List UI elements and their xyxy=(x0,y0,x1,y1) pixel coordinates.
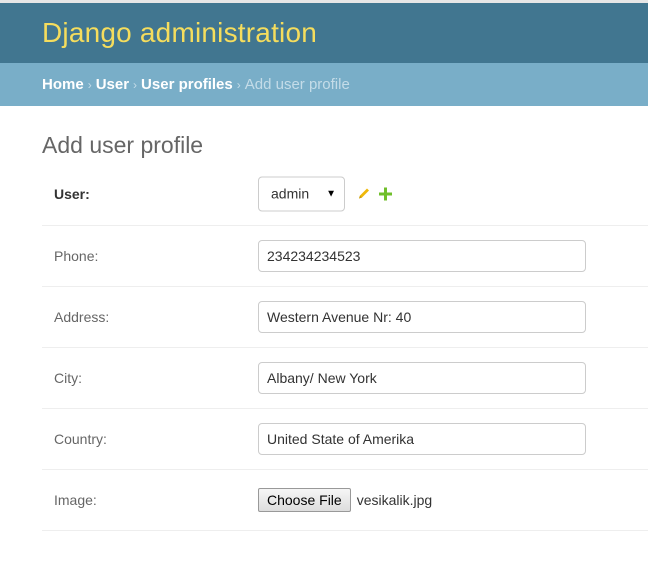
form-row-address: Address: xyxy=(42,287,648,348)
address-field xyxy=(258,301,586,333)
city-field xyxy=(258,362,586,394)
breadcrumb-home-link[interactable]: Home xyxy=(42,76,84,93)
content: Add user profile User: admin ▼ Phone: 23… xyxy=(0,106,648,531)
breadcrumb-separator: › xyxy=(133,77,138,92)
breadcrumb: Home › User › User profiles › Add user p… xyxy=(0,63,648,106)
user-label: User: xyxy=(54,185,90,202)
selected-file-name: vesikalik.jpg xyxy=(356,492,433,508)
form-row-phone: Phone: xyxy=(42,226,648,287)
city-input[interactable] xyxy=(258,362,586,394)
country-field xyxy=(258,423,586,455)
breadcrumb-current: Add user profile xyxy=(244,76,350,93)
breadcrumb-separator: › xyxy=(87,77,92,92)
breadcrumb-user-profiles-link[interactable]: User profiles xyxy=(141,76,233,93)
image-label: Image: xyxy=(54,492,97,508)
plus-icon[interactable] xyxy=(379,187,392,200)
page-title: Add user profile xyxy=(42,132,204,158)
breadcrumb-user-link[interactable]: User xyxy=(96,76,129,93)
form-row-city: City: xyxy=(42,348,648,409)
site-title[interactable]: Django administration xyxy=(42,17,317,49)
address-input[interactable] xyxy=(258,301,586,333)
form-row-user: User: admin ▼ xyxy=(42,162,648,226)
pencil-icon[interactable] xyxy=(357,187,371,201)
breadcrumb-separator: › xyxy=(236,77,241,92)
user-field: admin ▼ xyxy=(258,176,392,211)
header: Django administration xyxy=(0,3,648,63)
dropdown-arrow-icon: ▼ xyxy=(326,188,336,199)
city-label: City: xyxy=(54,370,82,386)
user-select[interactable]: admin ▼ xyxy=(258,176,345,211)
user-select-value: admin xyxy=(271,185,310,202)
image-field: Choose File vesikalik.jpg xyxy=(258,488,432,512)
form-row-image: Image: Choose File vesikalik.jpg xyxy=(42,470,648,531)
choose-file-button[interactable]: Choose File xyxy=(258,488,351,512)
phone-input[interactable] xyxy=(258,240,586,272)
country-input[interactable] xyxy=(258,423,586,455)
form-row-country: Country: xyxy=(42,409,648,470)
address-label: Address: xyxy=(54,309,110,325)
country-label: Country: xyxy=(54,431,107,447)
phone-label: Phone: xyxy=(54,248,99,264)
phone-field xyxy=(258,240,586,272)
